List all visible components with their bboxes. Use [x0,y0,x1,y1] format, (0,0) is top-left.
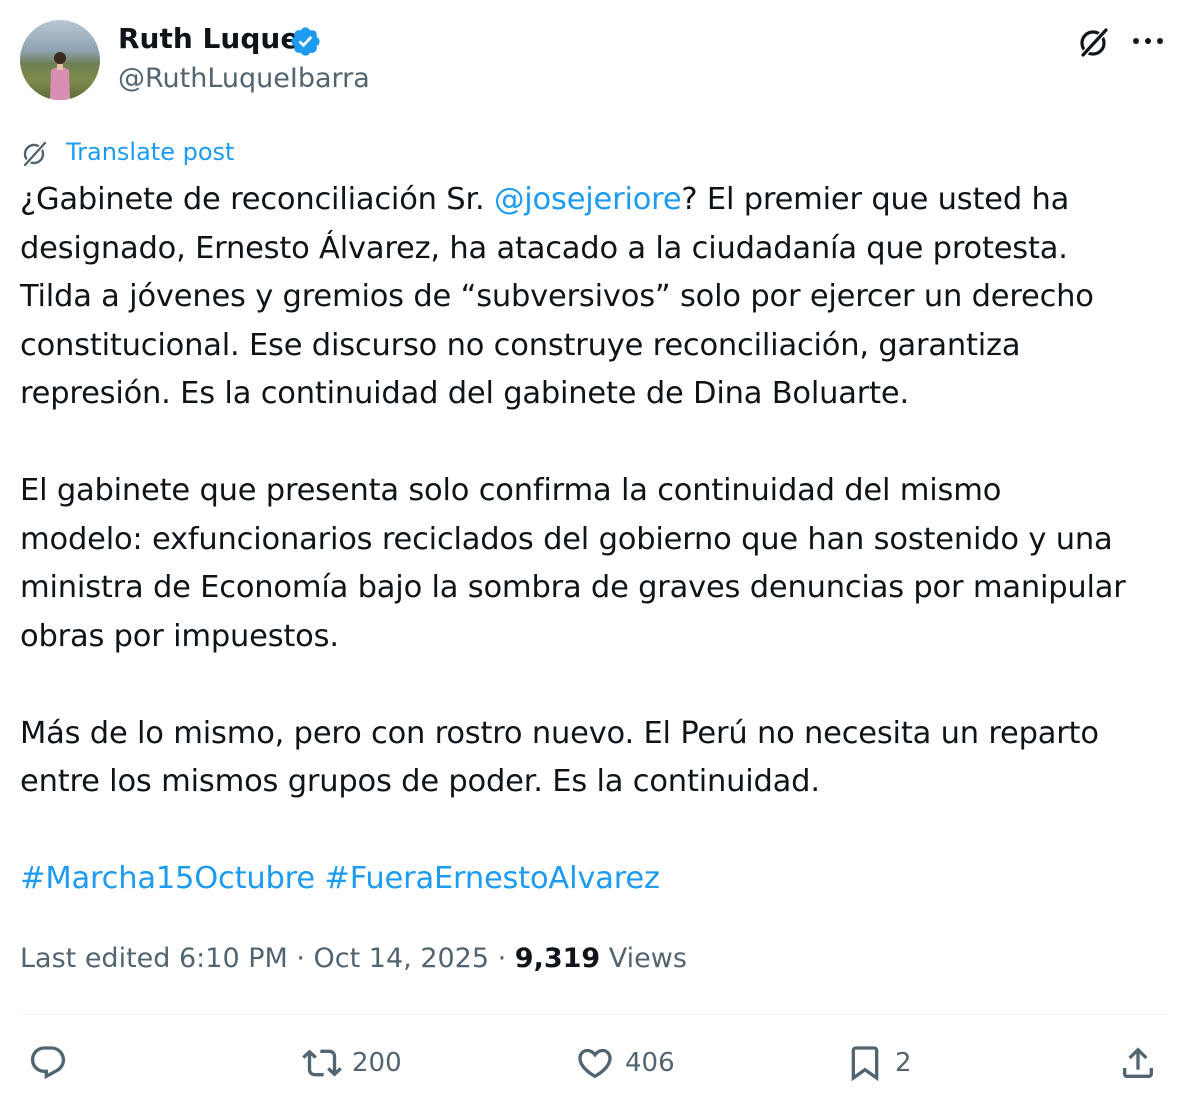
tweet-meta: Last edited 6:10 PM · Oct 14, 2025 · 9,3… [20,940,687,978]
reply-icon [30,1046,66,1080]
translate-icon [23,141,47,167]
tweet-text: ¿Gabinete de reconciliación Sr. @josejer… [20,176,1180,904]
tweet-text-span: ¿Gabinete de reconciliación Sr. [20,182,494,217]
views-count: 9,319 [514,943,601,974]
tweet-line: obras por impuestos. [20,618,339,654]
repost-icon [302,1049,342,1077]
avatar-person-figure [50,52,70,100]
author-handle[interactable]: @RuthLuqueIbarra [118,60,370,98]
repost-count: 200 [352,1048,402,1078]
divider [20,1014,1168,1015]
tweet-line: represión. Es la continuidad del gabinet… [20,376,909,411]
tweet-line: ministra de Economía bajo la sombra de g… [20,570,1126,605]
hashtag-link[interactable]: #Marcha15Octubre [20,861,315,896]
tweet-line: designado, Ernesto Álvarez, ha atacado a… [20,230,1068,266]
views-label: Views [600,943,687,974]
more-icon[interactable] [1128,28,1168,54]
hashtag-link[interactable]: #FueraErnestoAlvarez [324,861,660,896]
share-icon [1123,1047,1153,1078]
like-button[interactable]: 406 [575,1040,675,1086]
tweet-line: Más de lo mismo, pero con rostro nuevo. … [20,715,1099,751]
tweet-line: Tilda a jóvenes y gremios de “subversivo… [20,279,1094,314]
tweet-line: ¿Gabinete de reconciliación Sr. @josejer… [20,176,1180,225]
like-icon [578,1048,612,1079]
tweet-line: constitucional. Ese discurso no construy… [20,327,1021,363]
tweet-text-span: ? El premier que usted ha [681,182,1070,217]
bookmark-icon [851,1046,879,1082]
hashtags-line: #Marcha15Octubre #FueraErnestoAlvarez [20,855,1180,904]
mention-link[interactable]: @josejeriore [494,182,682,217]
tweet-line: El gabinete que presenta solo confirma l… [20,473,1002,508]
edited-timestamp[interactable]: Last edited 6:10 PM · Oct 14, 2025 · [20,943,515,974]
verified-badge-icon[interactable] [289,25,322,58]
repost-button[interactable]: 200 [302,1040,402,1086]
author-avatar[interactable] [20,20,100,100]
author-display-name[interactable]: Ruth Luque [118,20,299,58]
like-count: 406 [625,1048,675,1078]
translate-post-link[interactable]: Translate post [66,136,234,168]
bookmark-count: 2 [895,1048,912,1078]
grok-icon[interactable] [1076,24,1112,60]
share-button[interactable] [1118,1040,1158,1086]
bookmark-button[interactable]: 2 [845,1040,912,1086]
tweet-line: entre los mismos grupos de poder. Es la … [20,764,820,799]
tweet-line: modelo: exfuncionarios reciclados del go… [20,521,1113,557]
reply-button[interactable] [28,1040,68,1086]
